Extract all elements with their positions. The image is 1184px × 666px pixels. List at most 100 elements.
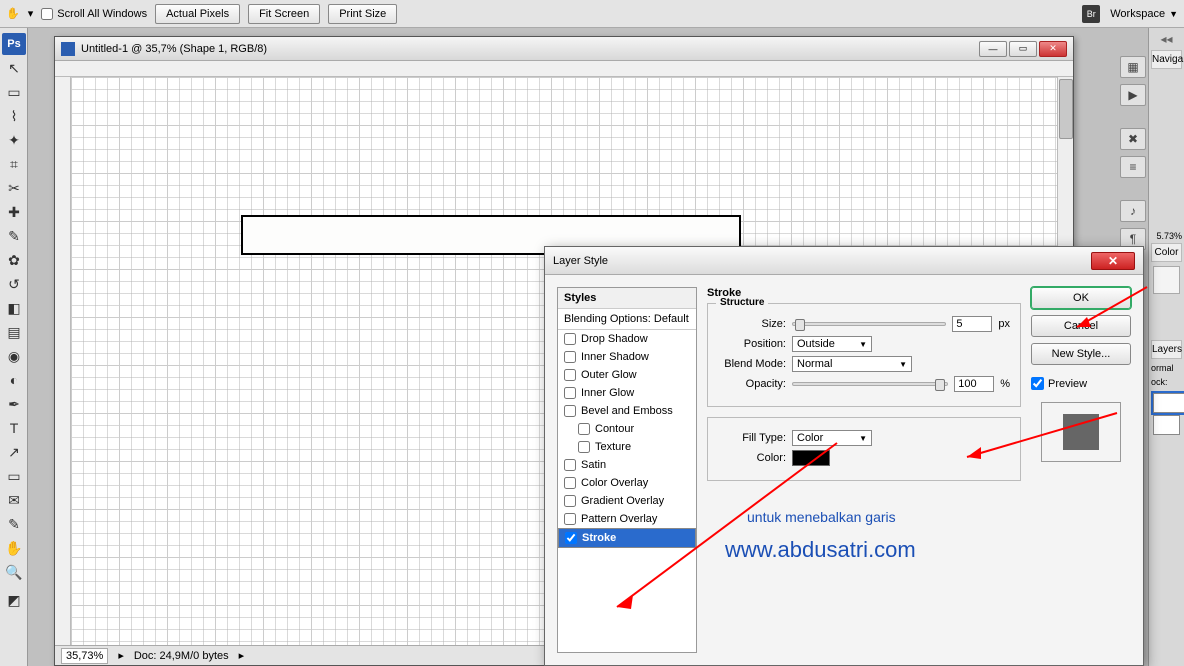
styles-header[interactable]: Styles: [558, 288, 696, 309]
dialog-titlebar[interactable]: Layer Style ✕: [545, 247, 1143, 275]
opt-pattern-overlay[interactable]: Pattern Overlay: [558, 510, 696, 528]
opt-texture[interactable]: Texture: [558, 438, 696, 456]
misc-panel-icon[interactable]: ≡: [1120, 156, 1146, 178]
expand-panels-icon[interactable]: ◂◂: [1149, 32, 1184, 46]
opt-stroke[interactable]: Stroke: [558, 528, 696, 548]
filltype-select[interactable]: Color▼: [792, 430, 872, 446]
scroll-all-label: Scroll All Windows: [57, 8, 147, 20]
maximize-button[interactable]: ▭: [1009, 41, 1037, 57]
chevron-down-icon: ▼: [859, 340, 867, 349]
fill-group: Fill Type: Color▼ Color:: [707, 417, 1021, 481]
slider-handle[interactable]: [795, 319, 805, 331]
opacity-input[interactable]: [954, 376, 994, 392]
marquee-tool-icon[interactable]: ▭: [2, 81, 26, 103]
crop-tool-icon[interactable]: ⌗: [2, 153, 26, 175]
size-unit: px: [998, 318, 1010, 330]
color-swatch[interactable]: [792, 450, 830, 466]
ps-doc-icon: [61, 42, 75, 56]
slice-tool-icon[interactable]: ✂: [2, 177, 26, 199]
history-brush-icon[interactable]: ↺: [2, 273, 26, 295]
preview-checkbox[interactable]: Preview: [1031, 377, 1131, 390]
brush-tool-icon[interactable]: ✎: [2, 225, 26, 247]
blend-mode-label: ormal: [1149, 361, 1184, 375]
gradient-tool-icon[interactable]: ▤: [2, 321, 26, 343]
fit-screen-button[interactable]: Fit Screen: [248, 4, 320, 24]
scroll-thumb[interactable]: [1059, 79, 1073, 139]
layer-thumb-shape[interactable]: [1153, 393, 1184, 413]
lasso-tool-icon[interactable]: ⌇: [2, 105, 26, 127]
dodge-tool-icon[interactable]: ◐: [2, 369, 26, 391]
ok-button[interactable]: OK: [1031, 287, 1131, 309]
hand-tool-icon[interactable]: ✋: [2, 537, 26, 559]
navigator-tab[interactable]: Naviga: [1151, 50, 1182, 69]
ruler-horizontal: [55, 61, 1073, 77]
hand-tool-icon: ✋: [6, 7, 20, 20]
chevron-down-icon: ▼: [1169, 9, 1178, 19]
play-panel-icon[interactable]: ▶: [1120, 84, 1146, 106]
opt-inner-glow[interactable]: Inner Glow: [558, 384, 696, 402]
size-label: Size:: [718, 318, 786, 330]
char-panel-icon[interactable]: ♪: [1120, 200, 1146, 222]
dialog-close-button[interactable]: ✕: [1091, 252, 1135, 270]
dialog-title: Layer Style: [553, 255, 608, 267]
type-tool-icon[interactable]: T: [2, 417, 26, 439]
workspace-dropdown[interactable]: Workspace▼: [1110, 8, 1178, 20]
opt-bevel[interactable]: Bevel and Emboss: [558, 402, 696, 420]
new-style-button[interactable]: New Style...: [1031, 343, 1131, 365]
close-button[interactable]: ✕: [1039, 41, 1067, 57]
eraser-tool-icon[interactable]: ◧: [2, 297, 26, 319]
opt-gradient-overlay[interactable]: Gradient Overlay: [558, 492, 696, 510]
position-select[interactable]: Outside▼: [792, 336, 872, 352]
wand-tool-icon[interactable]: ✦: [2, 129, 26, 151]
notes-tool-icon[interactable]: ✉: [2, 489, 26, 511]
color-swatch-icon[interactable]: ◩: [2, 585, 26, 615]
size-input[interactable]: [952, 316, 992, 332]
zoom-tool-icon[interactable]: 🔍: [2, 561, 26, 583]
nav-panel-icon[interactable]: ▦: [1120, 56, 1146, 78]
doc-titlebar[interactable]: Untitled-1 @ 35,7% (Shape 1, RGB/8) — ▭ …: [55, 37, 1073, 61]
styles-list: Styles Blending Options: Default Drop Sh…: [557, 287, 697, 653]
blur-tool-icon[interactable]: ◉: [2, 345, 26, 367]
opt-inner-shadow[interactable]: Inner Shadow: [558, 348, 696, 366]
opt-contour[interactable]: Contour: [558, 420, 696, 438]
print-size-button[interactable]: Print Size: [328, 4, 397, 24]
tool-ps-icon[interactable]: Ps: [2, 33, 26, 55]
stamp-tool-icon[interactable]: ✿: [2, 249, 26, 271]
bridge-icon[interactable]: Br: [1082, 5, 1100, 23]
color-label: Color:: [718, 452, 786, 464]
move-tool-icon[interactable]: ↖: [2, 57, 26, 79]
path-tool-icon[interactable]: ↗: [2, 441, 26, 463]
dialog-buttons: OK Cancel New Style... Preview: [1031, 287, 1131, 653]
layer-thumb-bg[interactable]: [1153, 415, 1180, 435]
opt-color-overlay[interactable]: Color Overlay: [558, 474, 696, 492]
tools-panel-icon[interactable]: ✖: [1120, 128, 1146, 150]
layers-tab[interactable]: Layers: [1151, 340, 1182, 359]
nav-arrow-icon[interactable]: ▸: [118, 649, 124, 662]
opt-satin[interactable]: Satin: [558, 456, 696, 474]
opt-drop-shadow[interactable]: Drop Shadow: [558, 330, 696, 348]
zoom-field[interactable]: 35,73%: [61, 648, 108, 664]
tool-palette: Ps ↖ ▭ ⌇ ✦ ⌗ ✂ ✚ ✎ ✿ ↺ ◧ ▤ ◉ ◐ ✒ T ↗ ▭ ✉…: [0, 28, 28, 666]
cancel-button[interactable]: Cancel: [1031, 315, 1131, 337]
filltype-label: Fill Type:: [718, 432, 786, 444]
opt-outer-glow[interactable]: Outer Glow: [558, 366, 696, 384]
blending-options[interactable]: Blending Options: Default: [558, 309, 696, 330]
minimize-button[interactable]: —: [979, 41, 1007, 57]
dropdown-icon[interactable]: ▾: [28, 7, 34, 20]
eyedropper-icon[interactable]: ✎: [2, 513, 26, 535]
blend-mode-select[interactable]: Normal▼: [792, 356, 912, 372]
actual-pixels-button[interactable]: Actual Pixels: [155, 4, 240, 24]
opacity-slider[interactable]: [792, 382, 948, 386]
size-slider[interactable]: [792, 322, 946, 326]
stroke-settings: Stroke Structure Size: px Position: Outs…: [707, 287, 1021, 653]
shape-tool-icon[interactable]: ▭: [2, 465, 26, 487]
heal-tool-icon[interactable]: ✚: [2, 201, 26, 223]
scroll-all-checkbox[interactable]: Scroll All Windows: [41, 8, 147, 20]
color-picker-slot[interactable]: [1153, 266, 1180, 294]
color-tab[interactable]: Color: [1151, 243, 1182, 262]
status-arrow-icon[interactable]: ▸: [239, 649, 245, 662]
pen-tool-icon[interactable]: ✒: [2, 393, 26, 415]
slider-handle[interactable]: [935, 379, 945, 391]
position-label: Position:: [718, 338, 786, 350]
top-options-bar: ✋ ▾ Scroll All Windows Actual Pixels Fit…: [0, 0, 1184, 28]
